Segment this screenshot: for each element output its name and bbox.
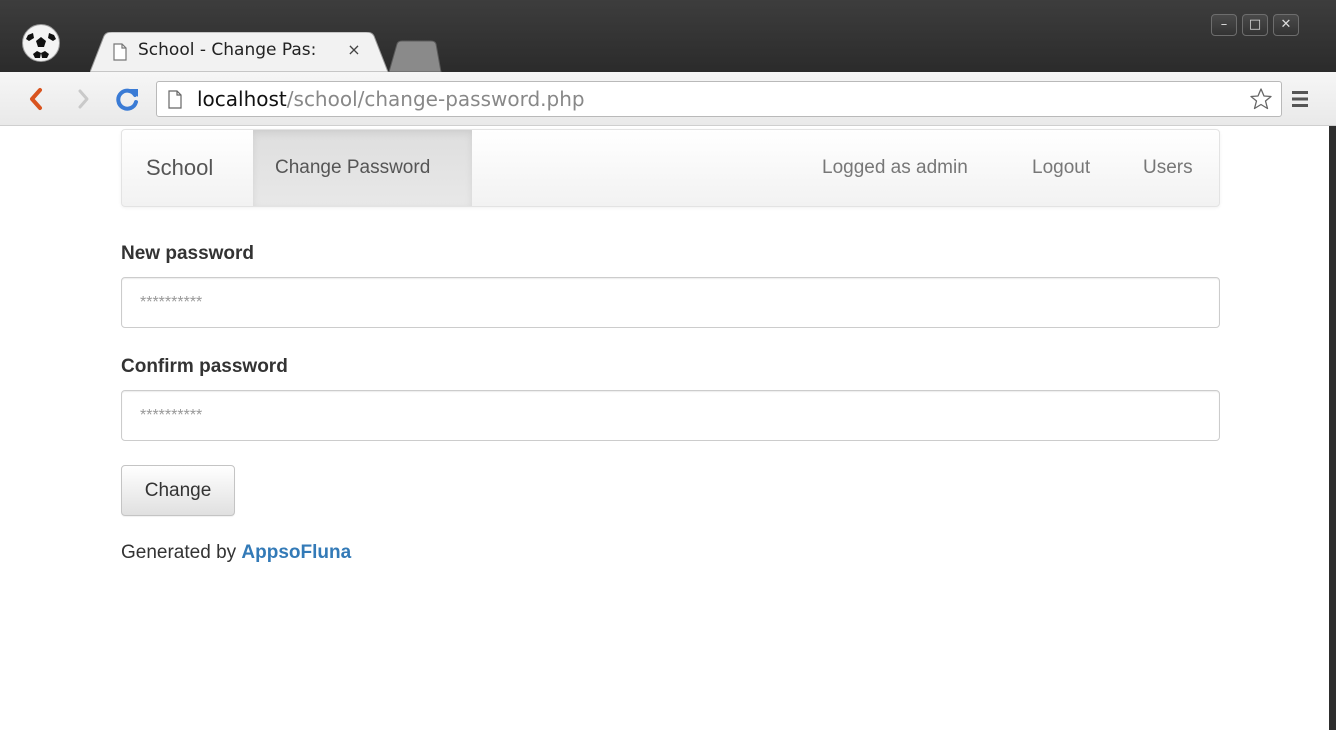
back-arrow-icon[interactable] [24,86,50,112]
url-path: /school/change-password.php [286,87,585,111]
window-border [1329,126,1336,730]
star-icon[interactable] [1249,87,1273,111]
nav-item-logged-as[interactable]: Logged as admin [822,157,968,179]
nav-item-change-password[interactable]: Change Password [253,130,472,206]
tab-active[interactable]: School - Change Pas: × [90,32,390,72]
document-icon [113,43,127,61]
reload-icon[interactable] [114,86,140,112]
new-password-label: New password [121,243,255,264]
maximize-button[interactable]: □ [1242,14,1268,36]
footer-prefix: Generated by [121,542,242,563]
address-bar[interactable]: localhost/school/change-password.php [156,81,1282,117]
browser-toolbar: localhost/school/change-password.php [0,72,1336,126]
close-window-button[interactable]: ✕ [1273,14,1299,36]
nav-item-logout[interactable]: Logout [1032,157,1090,179]
tab-title: School - Change Pas: [138,40,317,60]
minimize-button[interactable]: – [1211,14,1237,36]
footer: Generated by AppsoFluna [121,542,351,564]
nav-item-label: Change Password [275,157,431,178]
browser-titlebar: School - Change Pas: × – □ ✕ [0,0,1336,72]
page-viewport: School Change Password Logged as admin L… [0,126,1329,730]
menu-icon[interactable] [1290,89,1310,109]
navbar: School Change Password Logged as admin L… [121,129,1220,207]
soccer-ball-icon [22,24,60,62]
confirm-password-input[interactable] [121,390,1220,441]
url-text[interactable]: localhost/school/change-password.php [197,87,585,111]
confirm-password-label: Confirm password [121,356,288,377]
url-host: localhost [197,87,287,111]
new-tab-button[interactable] [385,40,443,72]
navbar-brand[interactable]: School [146,155,213,181]
forward-arrow-icon[interactable] [70,86,96,112]
footer-link[interactable]: AppsoFluna [241,542,351,563]
nav-item-users[interactable]: Users [1143,157,1193,179]
new-password-input[interactable] [121,277,1220,328]
change-button[interactable]: Change [121,465,235,516]
tab-close-icon[interactable]: × [344,40,364,60]
page-icon [168,90,182,109]
